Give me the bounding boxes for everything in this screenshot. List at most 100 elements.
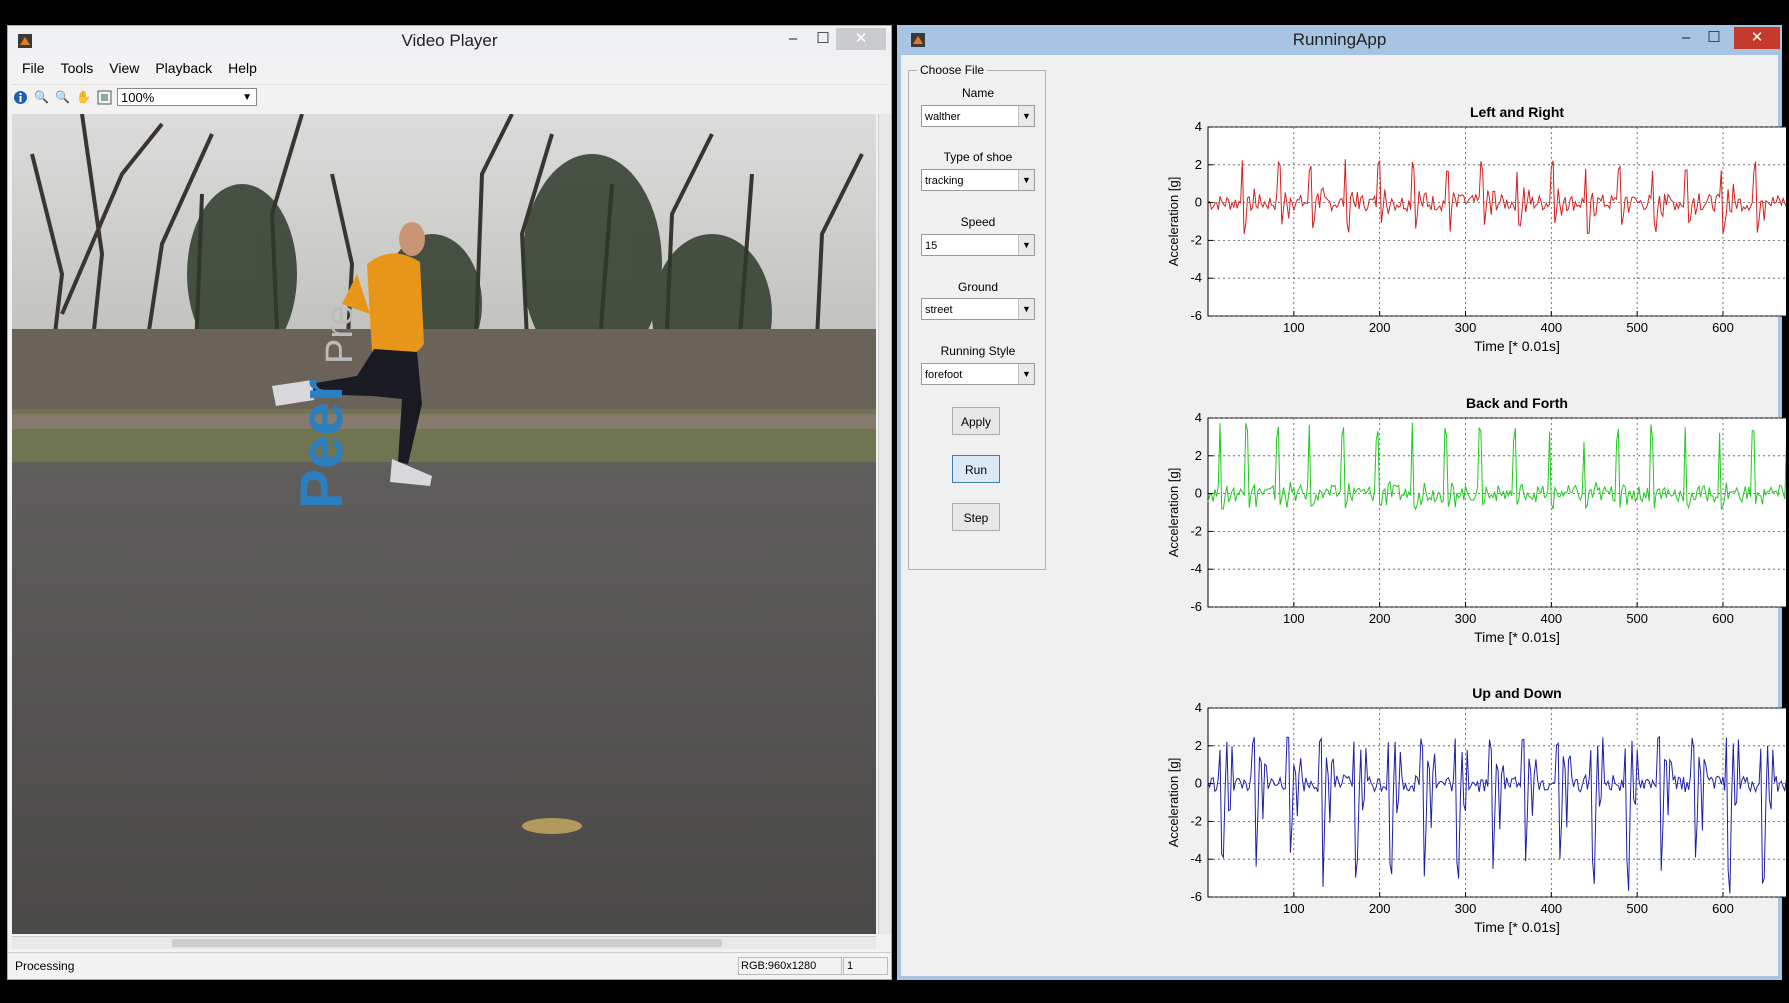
chart-1: 100200300400500600700420-2-4-6Left and R… (1166, 104, 1786, 354)
name-select[interactable]: walther ▼ (921, 105, 1035, 127)
menu-tools[interactable]: Tools (53, 58, 102, 80)
x-tick-label: 100 (1283, 611, 1305, 626)
horizontal-scrollbar[interactable] (12, 936, 876, 949)
speed-label: Speed (960, 215, 996, 229)
run-button[interactable]: Run (952, 455, 1000, 483)
watermark-peer: Peer (288, 379, 355, 509)
running-app-window: RunningApp – ☐ ✕ Choose File Name walthe… (897, 25, 1786, 980)
y-tick-label: -6 (1190, 889, 1202, 904)
x-tick-label: 100 (1283, 901, 1305, 916)
x-tick-label: 300 (1455, 611, 1477, 626)
y-axis-label: Acceleration [g] (1166, 177, 1181, 267)
charts-area: 100200300400500600700420-2-4-6Left and R… (1166, 104, 1786, 935)
y-tick-label: -2 (1190, 523, 1202, 538)
zoom-value: 100% (121, 90, 155, 105)
y-tick-label: -4 (1190, 561, 1202, 576)
x-tick-label: 500 (1626, 611, 1648, 626)
y-tick-label: 0 (1195, 195, 1202, 210)
x-tick-label: 500 (1626, 320, 1648, 335)
menu-bar: File Tools View Playback Help (14, 58, 265, 80)
name-value: walther (925, 111, 961, 123)
x-tick-label: 600 (1712, 901, 1734, 916)
y-tick-label: -2 (1190, 232, 1202, 247)
info-icon[interactable] (12, 89, 29, 106)
status-bar: Processing RGB:960x1280 1 (8, 952, 891, 979)
y-tick-label: -6 (1190, 308, 1202, 323)
x-tick-label: 200 (1369, 611, 1391, 626)
shoe-type-value: tracking (925, 175, 964, 187)
y-tick-label: -2 (1190, 813, 1202, 828)
shoe-type-label: Type of shoe (943, 150, 1013, 164)
shoe-type-select[interactable]: tracking ▼ (921, 169, 1035, 191)
x-tick-label: 600 (1712, 320, 1734, 335)
x-tick-label: 300 (1455, 901, 1477, 916)
chart-2: 100200300400500600700420-2-4-6Back and F… (1166, 395, 1786, 645)
panel-title: Choose File (917, 63, 988, 77)
x-tick-label: 600 (1712, 611, 1734, 626)
menu-file[interactable]: File (14, 58, 53, 80)
x-tick-label: 500 (1626, 901, 1648, 916)
window-title: Video Player (401, 31, 498, 50)
running-style-value: forefoot (925, 369, 963, 381)
x-tick-label: 300 (1455, 320, 1477, 335)
y-tick-label: 2 (1195, 157, 1202, 172)
speed-select[interactable]: 15 ▼ (921, 234, 1035, 256)
chart-title: Left and Right (1470, 104, 1564, 120)
toolbar: 🔍 🔍 ✋ 100% ▼ (12, 84, 887, 109)
x-tick-label: 100 (1283, 320, 1305, 335)
y-axis-label: Acceleration [g] (1166, 468, 1181, 558)
chevron-down-icon: ▼ (1018, 364, 1034, 384)
maximize-button[interactable]: ☐ (813, 28, 833, 50)
y-tick-label: -6 (1190, 599, 1202, 614)
x-tick-label: 400 (1540, 320, 1562, 335)
video-frame: Peer Pre (12, 114, 876, 934)
video-player-titlebar[interactable]: Video Player – ☐ ✕ (8, 26, 891, 56)
rgb-info: RGB:960x1280 (738, 957, 842, 975)
fit-to-window-icon[interactable] (96, 89, 113, 106)
chevron-down-icon: ▼ (242, 92, 252, 103)
chevron-down-icon: ▼ (1018, 299, 1034, 319)
x-axis-label: Time [* 0.01s] (1474, 338, 1560, 354)
chart-3: 100200300400500600700420-2-4-6Up and Dow… (1166, 685, 1786, 935)
chevron-down-icon: ▼ (1018, 235, 1034, 255)
ground-value: street (925, 304, 953, 316)
y-tick-label: -4 (1190, 270, 1202, 285)
y-tick-label: 2 (1195, 738, 1202, 753)
x-axis-label: Time [* 0.01s] (1474, 629, 1560, 645)
scrollbar-thumb[interactable] (172, 939, 722, 947)
choose-file-panel: Choose File Name walther ▼ Type of shoe t… (908, 63, 1046, 570)
running-style-select[interactable]: forefoot ▼ (921, 363, 1035, 385)
menu-playback[interactable]: Playback (147, 58, 220, 80)
menu-view[interactable]: View (101, 58, 147, 80)
zoom-select[interactable]: 100% ▼ (117, 88, 257, 106)
minimize-button[interactable]: – (783, 28, 803, 50)
x-tick-label: 200 (1369, 320, 1391, 335)
ground-label: Ground (957, 280, 999, 294)
running-style-label: Running Style (940, 344, 1016, 358)
watermark-pre: Pre (319, 305, 361, 364)
vertical-scrollbar[interactable] (878, 114, 891, 934)
y-tick-label: 4 (1195, 410, 1202, 425)
x-tick-label: 200 (1369, 901, 1391, 916)
chart-title: Back and Forth (1466, 395, 1568, 411)
pan-hand-icon[interactable]: ✋ (75, 89, 92, 106)
zoom-out-icon[interactable]: 🔍 (54, 89, 71, 106)
x-axis-label: Time [* 0.01s] (1474, 919, 1560, 935)
plot-area (1207, 126, 1786, 317)
step-button[interactable]: Step (952, 503, 1000, 531)
plot-area (1207, 707, 1786, 898)
ground-select[interactable]: street ▼ (921, 298, 1035, 320)
chevron-down-icon: ▼ (1018, 170, 1034, 190)
zoom-in-icon[interactable]: 🔍 (33, 89, 50, 106)
name-label: Name (961, 86, 994, 100)
video-frame-image: Peer Pre (12, 114, 876, 934)
chevron-down-icon: ▼ (1018, 106, 1034, 126)
status-text: Processing (15, 959, 75, 973)
menu-help[interactable]: Help (220, 58, 265, 80)
frame-field: 1 (843, 957, 888, 975)
apply-button[interactable]: Apply (952, 407, 1000, 435)
close-button[interactable]: ✕ (836, 28, 886, 50)
y-axis-label: Acceleration [g] (1166, 758, 1181, 848)
chart-title: Up and Down (1472, 685, 1561, 701)
speed-value: 15 (925, 240, 938, 252)
